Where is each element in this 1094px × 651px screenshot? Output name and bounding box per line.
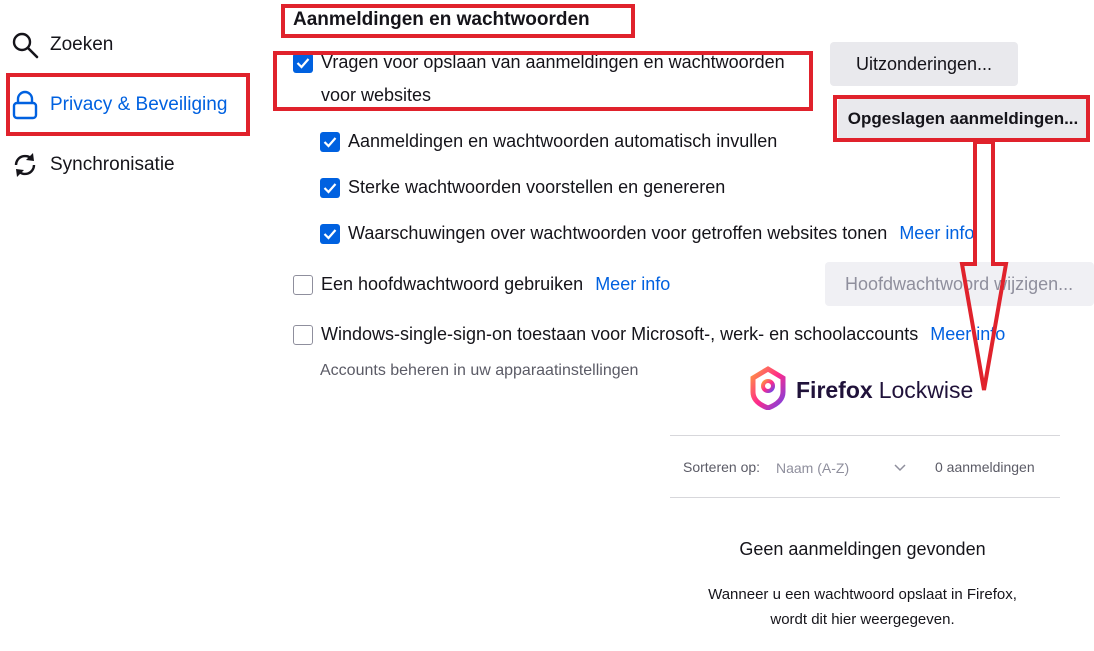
master-password-option[interactable]: Een hoofdwachtwoord gebruiken Meer info — [293, 268, 670, 301]
divider — [670, 435, 1060, 436]
autofill-option[interactable]: Aanmeldingen en wachtwoorden automatisch… — [320, 125, 777, 158]
autofill-label: Aanmeldingen en wachtwoorden automatisch… — [348, 131, 778, 151]
empty-title: Geen aanmeldingen gevonden — [739, 539, 986, 559]
sort-select[interactable]: Naam (A-Z) — [776, 457, 906, 479]
warnings-checkbox[interactable] — [320, 224, 340, 244]
lockwise-header: Firefox Lockwise — [748, 366, 973, 415]
suggest-checkbox[interactable] — [320, 178, 340, 198]
sort-label: Sorteren op: — [683, 459, 761, 475]
sso-label: Windows-single-sign-on toestaan voor Mic… — [321, 324, 919, 344]
chevron-down-icon — [894, 459, 906, 477]
empty-line-2: wordt dit hier weergegeven. — [770, 611, 955, 628]
divider — [670, 497, 1060, 498]
master-more-info-link[interactable]: Meer info — [595, 268, 670, 301]
annotation-box-privacy — [6, 73, 250, 136]
sidebar-item-search[interactable]: Zoeken — [10, 25, 113, 65]
warnings-label: Waarschuwingen over wachtwoorden voor ge… — [348, 223, 888, 243]
warnings-option[interactable]: Waarschuwingen over wachtwoorden voor ge… — [320, 217, 974, 250]
exceptions-button[interactable]: Uitzonderingen... — [830, 42, 1018, 86]
sso-hint: Accounts beheren in uw apparaatinstellin… — [320, 362, 639, 379]
annotation-box-title — [281, 4, 635, 38]
suggest-label: Sterke wachtwoorden voorstellen en gener… — [348, 177, 726, 197]
sso-checkbox[interactable] — [293, 325, 313, 345]
annotation-box-ask-save — [273, 51, 813, 111]
suggest-option[interactable]: Sterke wachtwoorden voorstellen en gener… — [320, 171, 725, 204]
annotation-box-saved-logins — [833, 95, 1090, 142]
lockwise-brand-firefox: Firefox — [796, 377, 873, 403]
sidebar-item-label: Synchronisatie — [50, 154, 175, 175]
lockwise-logo-icon — [748, 366, 788, 415]
search-icon — [10, 30, 40, 60]
master-password-label: Een hoofdwachtwoord gebruiken — [321, 274, 584, 294]
sso-option[interactable]: Windows-single-sign-on toestaan voor Mic… — [293, 318, 1005, 351]
sort-select-value: Naam (A-Z) — [776, 460, 850, 476]
sync-icon — [10, 150, 40, 180]
empty-line-1: Wanneer u een wachtwoord opslaat in Fire… — [708, 586, 1017, 603]
logins-count: 0 aanmeldingen — [935, 459, 1035, 475]
sidebar-item-sync[interactable]: Synchronisatie — [10, 145, 175, 185]
autofill-checkbox[interactable] — [320, 132, 340, 152]
master-password-checkbox[interactable] — [293, 275, 313, 295]
sidebar-item-label: Zoeken — [50, 34, 114, 55]
annotation-arrow-icon — [959, 140, 1009, 391]
